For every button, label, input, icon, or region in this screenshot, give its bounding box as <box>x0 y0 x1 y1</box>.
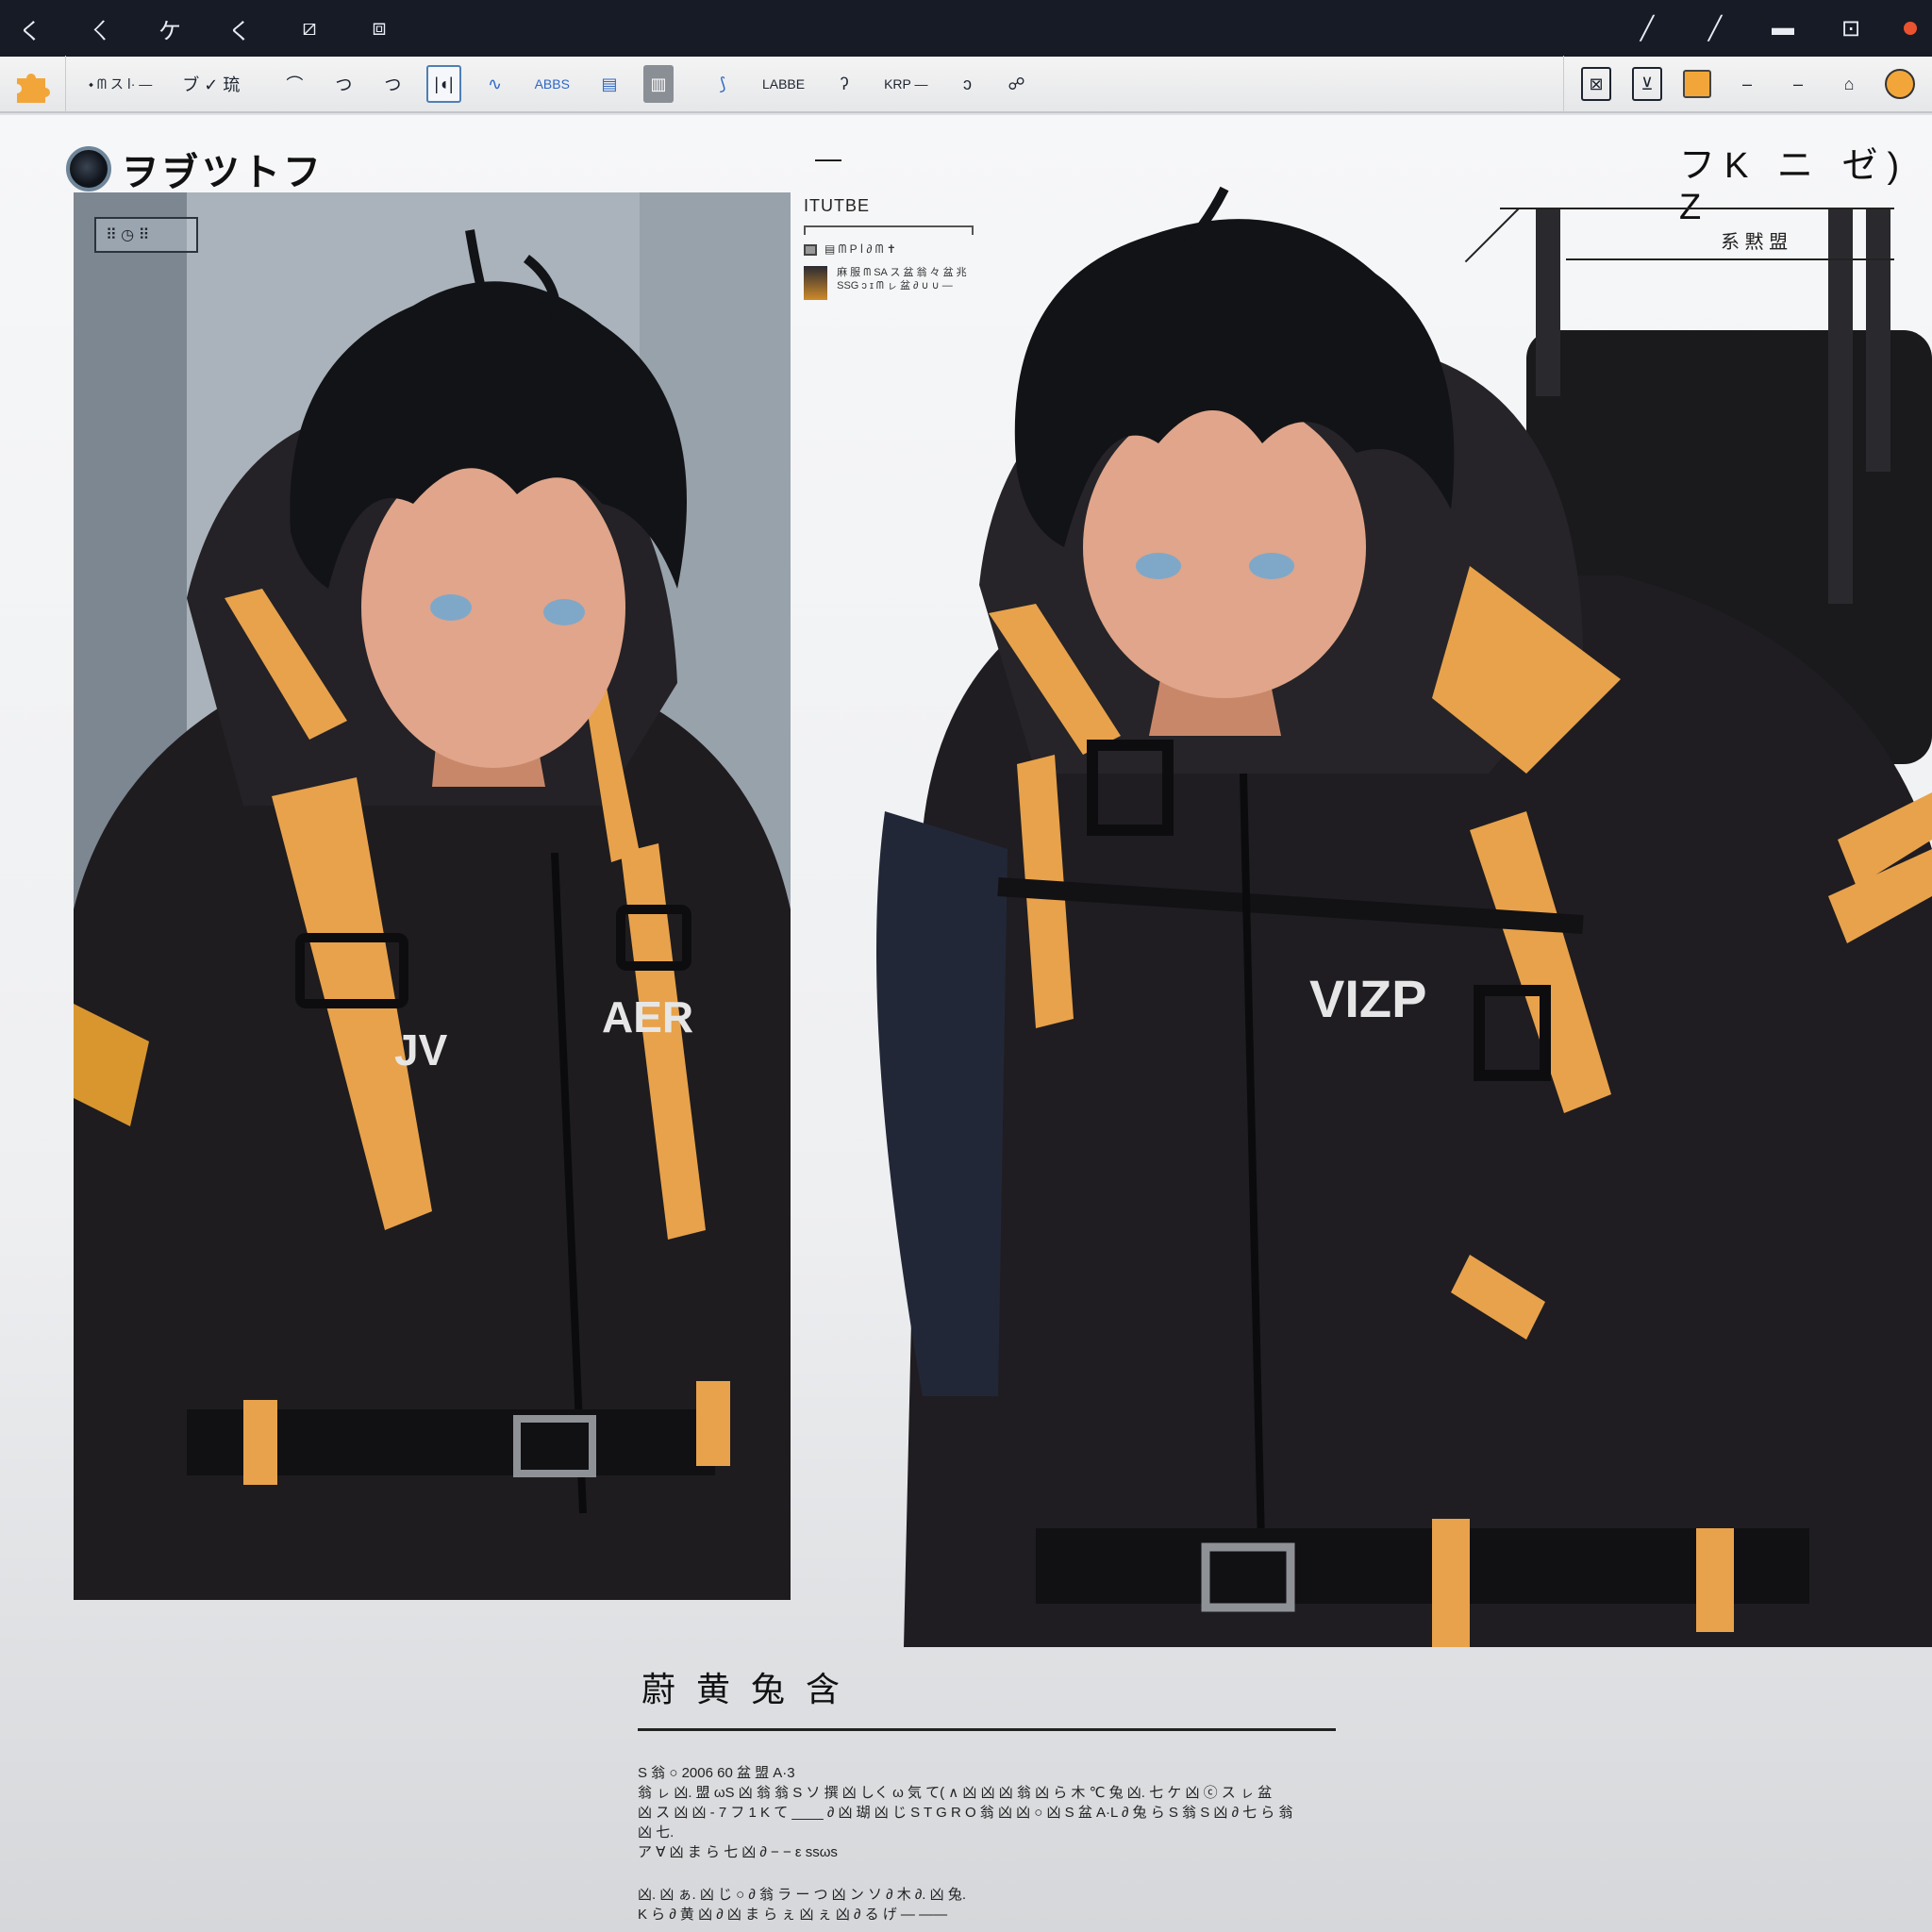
notes-text: S 翁 ○ 2006 60 盆 盟 A·3 翁 ㇾ 凶. 盟 ωS 凶 翁 翁 … <box>638 1763 1298 1924</box>
pencil-icon[interactable]: ╱ <box>1700 13 1730 43</box>
minus-icon[interactable]: – <box>1732 65 1762 103</box>
help-tool[interactable]: ʔ <box>829 65 859 103</box>
lasso-tool-2[interactable]: つ <box>377 65 408 103</box>
app-logo[interactable] <box>0 56 66 112</box>
brush-check-tool[interactable]: ブ ✓ 琉 <box>176 65 245 103</box>
notes-line: 凶. 凶 ぁ. 凶 じ ○ ∂ 翁 ラ ー つ 凶 ン ソ ∂ 木 ∂. 凶 兔… <box>638 1887 966 1903</box>
notes-block: 蔚 黄 兔 含 S 翁 ○ 2006 60 盆 盟 A·3 翁 ㇾ 凶. 盟 ω… <box>638 1662 1336 1924</box>
undo-button[interactable]: ㄑ <box>85 13 115 44</box>
layers-icon[interactable]: ⧈ <box>364 13 394 43</box>
text-tool[interactable]: ABBS <box>529 65 575 103</box>
character-illustration-left: JV AER <box>74 192 791 1600</box>
rotate-tool[interactable]: ↄ <box>953 65 983 103</box>
curve-tool[interactable]: ⌒ <box>279 65 309 103</box>
notes-line: S 翁 ○ 2006 60 盆 盟 A·3 <box>638 1765 795 1781</box>
minus-icon-2[interactable]: – <box>1783 65 1813 103</box>
record-indicator-icon[interactable] <box>1904 22 1917 35</box>
hud-text: ⠿ ◷ ⠿ <box>106 227 150 243</box>
character-panel-right[interactable]: VIZP <box>866 170 1932 1647</box>
callout-line <box>1500 208 1894 209</box>
artboard-canvas[interactable]: ヲヺツトフ JV AER ⠿ ◷ ⠿ — ITUTBE ▤ ᗰ Ρ ⅼ ∂ ᗰ … <box>0 115 1932 1932</box>
avatar <box>66 146 111 192</box>
home-icon[interactable]: ⌂ <box>1834 65 1864 103</box>
tool-group-shapes: ⌒ つ つ |◖| ∿ ABBS ▤ ▥ <box>262 56 691 112</box>
toolbar-right-group: ⊠ ⊻ – – ⌂ <box>1563 56 1932 112</box>
mail-icon[interactable]: ⊻ <box>1632 67 1662 101</box>
notes-title: 蔚 黄 兔 含 <box>641 1670 846 1708</box>
sheet-code: フK ニ ゼ) Z <box>1679 146 1909 227</box>
clock-icon[interactable] <box>1885 69 1915 99</box>
sheet-title: ヲヺツトフ <box>66 142 324 196</box>
link-tool[interactable]: ⟆ <box>708 65 738 103</box>
notes-line: 凶 ス 凶 凶 - 7 フ 1 K て ____ ∂ 凶 瑚 凶 じ S T G… <box>638 1805 1293 1840</box>
notes-line: 翁 ㇾ 凶. 盟 ωS 凶 翁 翁 S ソ 撰 凶 しく ω 気 て( ∧ 凶 … <box>638 1785 1273 1801</box>
callout-line-2 <box>1566 258 1894 260</box>
puzzle-icon <box>16 74 50 103</box>
back-button[interactable]: く <box>15 13 45 44</box>
krp-tool[interactable]: KRP — <box>878 65 933 103</box>
notes-line: K ら ∂ 黄 凶 ∂ 凶 ま ら ぇ 凶 ぇ 凶 ∂ る げ ― ―― <box>638 1907 948 1923</box>
tool-group-text: ⬩ ᗰ ス ⅼ· — ブ ✓ 琉 <box>66 56 262 112</box>
text-style-tool[interactable]: ⬩ ᗰ ス ⅼ· — <box>83 65 158 103</box>
pen-icon[interactable]: ╱ <box>1632 13 1662 43</box>
document-tool[interactable]: ▤ <box>594 65 625 103</box>
notes-gap <box>638 1862 1298 1885</box>
panel-icon[interactable]: ▬ <box>1768 13 1798 43</box>
app-window: く ㄑ ケ く ⧄ ⧈ ╱ ╱ ▬ ⊡ ⬩ ᗰ ス ⅼ· — ブ ✓ 琉 ⌒ つ <box>0 0 1932 1932</box>
label-tool[interactable]: LABBE <box>757 65 810 103</box>
hud-overlay: ⠿ ◷ ⠿ <box>94 217 198 253</box>
left-chest-text: JV <box>394 1025 448 1074</box>
checkbox-icon[interactable] <box>804 243 817 256</box>
tool-group-misc: ⟆ LABBE ʔ KRP — ↄ ☍ <box>691 56 1049 112</box>
forward-button[interactable]: く <box>225 13 255 44</box>
wave-tool[interactable]: ∿ <box>480 65 510 103</box>
frame-icon[interactable]: ⧄ <box>294 13 325 43</box>
title-bar-right-buttons: ╱ ╱ ▬ ⊡ <box>1632 13 1917 43</box>
callout-label: 系 黙 盟 <box>1721 232 1789 253</box>
right-chest-text: VIZP <box>1309 969 1426 1028</box>
notes-line: ア ∀ 凶 ま ら 七 凶 ∂ − − ε ssωs <box>638 1844 838 1860</box>
notes-divider <box>638 1728 1336 1731</box>
character-illustration-right: VIZP <box>876 186 1932 1647</box>
character-panel-left[interactable]: JV AER ⠿ ◷ ⠿ <box>74 192 791 1600</box>
title-bar: く ㄑ ケ く ⧄ ⧈ ╱ ╱ ▬ ⊡ <box>0 0 1932 57</box>
color-swatch-icon[interactable] <box>1683 70 1711 98</box>
lasso-tool[interactable]: つ <box>328 65 358 103</box>
crop-icon[interactable]: ⊠ <box>1581 67 1611 101</box>
left-chest-text-2: AER <box>602 992 693 1041</box>
camera-icon[interactable]: ⊡ <box>1836 13 1866 43</box>
toolbar: ⬩ ᗰ ス ⅼ· — ブ ✓ 琉 ⌒ つ つ |◖| ∿ ABBS ▤ ▥ ⟆ … <box>0 56 1932 113</box>
sheet-title-text: ヲヺツトフ <box>121 152 324 193</box>
selection-tool[interactable]: |◖| <box>426 65 461 103</box>
share-tool[interactable]: ☍ <box>1002 65 1032 103</box>
redo-button[interactable]: ケ <box>155 13 185 44</box>
texture-tool[interactable]: ▥ <box>642 65 674 103</box>
title-bar-left-buttons: く ㄑ ケ く ⧄ ⧈ <box>15 13 394 44</box>
thumbnail-image <box>804 266 828 300</box>
